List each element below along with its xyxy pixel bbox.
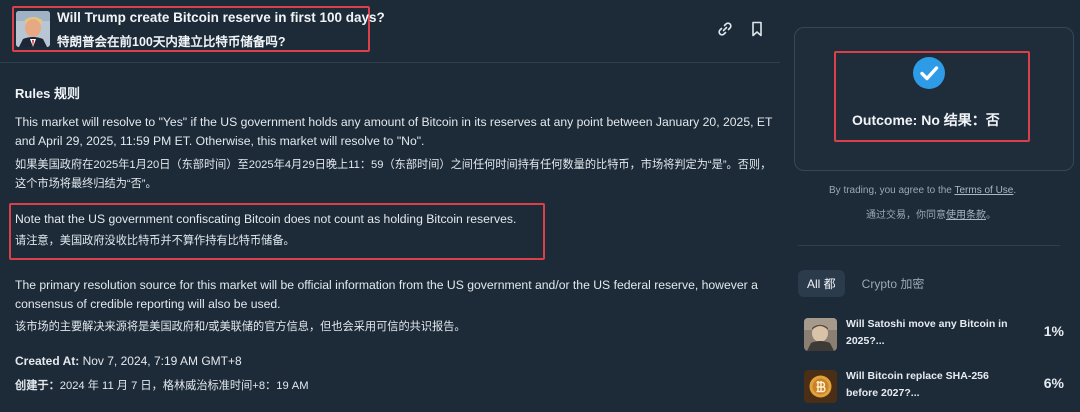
related-market-title: Will Bitcoin replace SHA-256 before 2027… [846,370,989,399]
check-circle-icon [913,57,945,89]
related-market-item[interactable]: Will Satoshi move any Bitcoin in 2025?..… [804,316,1064,356]
related-market-item[interactable]: Will Bitcoin replace SHA-256 before 2027… [804,368,1064,408]
terms-notice-en: By trading, you agree to the Terms of Us… [829,185,1016,196]
rules-paragraph-3: The primary resolution source for this m… [15,276,775,337]
link-icon[interactable] [716,20,734,38]
terms-notice-zh: 通过交易，你同意使用条款。 [866,206,996,221]
terms-prefix-en: By trading, you agree to the [829,185,955,196]
terms-prefix-zh: 通过交易，你同意 [866,210,946,221]
market-header-highlight: Will Trump create Bitcoin reserve in fir… [12,6,385,52]
terms-of-use-link-zh[interactable]: 使用条款 [946,210,986,221]
related-market-thumbnail [804,370,837,403]
related-market-title: Will Satoshi move any Bitcoin in 2025?..… [846,318,1008,347]
rules-paragraph-3-en: The primary resolution source for this m… [15,278,758,311]
related-tabs: All 都 Crypto 加密 [798,270,933,297]
market-avatar [16,11,50,47]
terms-suffix-zh: 。 [986,210,996,221]
terms-of-use-link[interactable]: Terms of Use [954,185,1013,196]
tab-crypto[interactable]: Crypto 加密 [853,270,934,297]
header-divider [0,62,780,63]
related-market-thumbnail [804,318,837,351]
sidebar: Outcome: No 结果：否 By trading, you agree t… [780,0,1080,412]
tab-all[interactable]: All 都 [798,270,845,297]
created-at-zh: 创建于：2024 年 11 月 7 日，格林威治标准时间+8：19 AM [15,377,309,393]
terms-suffix-en: . [1013,185,1017,196]
related-market-percent: 1% [1043,323,1064,339]
rules-note-zh: 请注意，美国政府没收比特币并不算作持有比特币储备。 [15,235,295,247]
created-at-value-zh: 2024 年 11 月 7 日，格林威治标准时间+8：19 AM [59,380,309,392]
market-question-en: Will Trump create Bitcoin reserve in fir… [57,10,385,25]
rules-paragraph-1: This market will resolve to "Yes" if the… [15,113,775,194]
rules-note-en: Note that the US government confiscating… [15,212,517,226]
sidebar-divider [798,245,1060,246]
market-question-zh: 特朗普会在前100天内建立比特币储备吗? [57,35,286,49]
rules-paragraph-1-en: This market will resolve to "Yes" if the… [15,115,773,148]
created-at-label-en: Created At: [15,354,80,368]
created-at-value-en: Nov 7, 2024, 7:19 AM GMT+8 [82,354,242,368]
rules-paragraph-1-zh: 如果美国政府在2025年1月20日（东部时间）至2025年4月29日晚上11：5… [15,159,772,190]
related-market-percent: 6% [1043,375,1064,391]
bookmark-icon[interactable] [748,20,766,38]
rules-paragraph-3-zh: 该市场的主要解决来源将是美国政府和/或美联储的官方信息，但也会采用可信的共识报告… [15,321,466,333]
created-at-label-zh: 创建于： [15,380,60,392]
created-at-en: Created At: Nov 7, 2024, 7:19 AM GMT+8 [15,354,242,368]
header-actions [716,20,766,38]
outcome-text: Outcome: No 结果：否 [852,112,1000,128]
rules-note: Note that the US government confiscating… [15,210,775,251]
market-detail-panel: Will Trump create Bitcoin reserve in fir… [0,0,780,412]
rules-heading: Rules 规则 [15,86,81,101]
